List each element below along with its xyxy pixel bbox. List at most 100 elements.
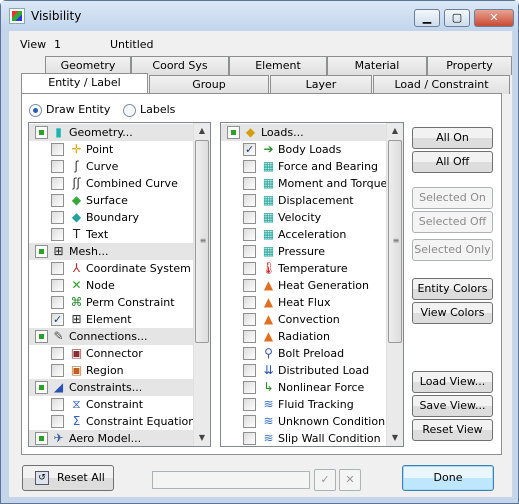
load-view-button[interactable]: Load View...	[412, 371, 493, 393]
selected-off-button[interactable]: Selected Off	[412, 211, 493, 233]
list-item[interactable]: ✛ Point	[29, 141, 193, 158]
list-item[interactable]: ʃʃ Combined Curve	[29, 175, 193, 192]
item-checkbox[interactable]	[51, 364, 64, 377]
view-colors-button[interactable]: View Colors	[412, 302, 493, 324]
list-item[interactable]: ⅄ Coordinate System	[29, 260, 193, 277]
item-checkbox[interactable]	[243, 262, 256, 275]
close-button[interactable]: ✕	[474, 9, 514, 27]
item-checkbox[interactable]	[51, 160, 64, 173]
list-item[interactable]: ▦ Acceleration	[221, 226, 386, 243]
tab-material[interactable]: Material	[327, 56, 427, 75]
item-checkbox[interactable]	[51, 415, 64, 428]
item-checkbox[interactable]	[51, 347, 64, 360]
entity-colors-button[interactable]: Entity Colors	[412, 278, 493, 300]
selected-only-button[interactable]: Selected Only	[412, 239, 493, 261]
list-item[interactable]: ▣ Region	[29, 362, 193, 379]
item-checkbox[interactable]	[243, 245, 256, 258]
list-group-header[interactable]: ◆ Loads...	[221, 124, 386, 141]
list-item[interactable]: T Text	[29, 226, 193, 243]
uncheck-all-icon[interactable]: ✕	[339, 469, 361, 491]
item-checkbox[interactable]	[243, 194, 256, 207]
group-checkbox[interactable]	[35, 381, 48, 394]
list-group-header[interactable]: ◢ Constraints...	[29, 379, 193, 396]
list-item[interactable]: ⧖ Constraint	[29, 396, 193, 413]
all-on-button[interactable]: All On	[412, 127, 493, 149]
scroll-up-icon[interactable]: ▲	[387, 123, 403, 139]
item-checkbox[interactable]	[51, 143, 64, 156]
item-checkbox[interactable]	[243, 415, 256, 428]
item-checkbox[interactable]	[243, 211, 256, 224]
group-checkbox[interactable]	[227, 126, 240, 139]
list-item[interactable]: ⌘ Perm Constraint	[29, 294, 193, 311]
list-item[interactable]: ▦ Force and Bearing	[221, 158, 386, 175]
item-checkbox[interactable]	[51, 194, 64, 207]
list-item[interactable]: ▲ Heat Generation	[221, 277, 386, 294]
list-item[interactable]: 🌡 Temperature	[221, 260, 386, 277]
item-checkbox[interactable]	[243, 432, 256, 445]
entity-list-right[interactable]: ◆Loads...➔Body Loads▦Force and Bearing▦M…	[220, 122, 404, 447]
list-item[interactable]: ⚲ Bolt Preload	[221, 345, 386, 362]
done-button[interactable]: Done	[402, 465, 494, 491]
list-item[interactable]: ▦ Displacement	[221, 192, 386, 209]
list-group-header[interactable]: ▮ Geometry...	[29, 124, 193, 141]
item-checkbox[interactable]	[51, 262, 64, 275]
item-checkbox[interactable]	[243, 228, 256, 241]
item-checkbox[interactable]	[243, 347, 256, 360]
list-item[interactable]: ≋ Slip Wall Condition	[221, 430, 386, 446]
labels-radio[interactable]	[123, 104, 136, 117]
list-item[interactable]: ▦ Moment and Torque	[221, 175, 387, 192]
list-item[interactable]: ʃ Curve	[29, 158, 193, 175]
reset-all-button[interactable]: ↺ Reset All	[22, 465, 114, 491]
list-item[interactable]: ▲ Convection	[221, 311, 386, 328]
list-item[interactable]: ✕ Node	[29, 277, 193, 294]
list-item[interactable]: ➔ Body Loads	[221, 141, 386, 158]
item-checkbox[interactable]	[51, 211, 64, 224]
entity-list-left[interactable]: ▮ Geometry... ✛ Point ʃ Curve ʃʃ Combined Curve…	[28, 122, 211, 447]
item-checkbox[interactable]	[243, 330, 256, 343]
list-item[interactable]: ≋ Unknown Condition	[221, 413, 386, 430]
scroll-down-icon[interactable]: ▼	[387, 430, 403, 446]
item-checkbox[interactable]	[51, 228, 64, 241]
reset-view-button[interactable]: Reset View	[412, 419, 493, 441]
list-group-header[interactable]: ⊞ Mesh...	[29, 243, 193, 260]
list-item[interactable]: ▲ Heat Flux	[221, 294, 386, 311]
list-item[interactable]: ◆ Boundary	[29, 209, 193, 226]
tab-entity-label[interactable]: Entity / Label	[21, 73, 148, 93]
list-item[interactable]: Σ Constraint Equation	[29, 413, 195, 430]
scroll-up-icon[interactable]: ▲	[194, 123, 210, 139]
tab-group[interactable]: Group	[149, 75, 269, 94]
item-checkbox[interactable]	[51, 279, 64, 292]
list-item[interactable]: ▦ Velocity	[221, 209, 386, 226]
item-checkbox[interactable]	[243, 296, 256, 309]
item-checkbox[interactable]	[243, 313, 256, 326]
item-checkbox[interactable]	[51, 311, 64, 328]
tab-load-constraint[interactable]: Load / Constraint	[373, 75, 510, 94]
list-item[interactable]: ⊞ Element	[29, 311, 193, 328]
all-off-button[interactable]: All Off	[412, 151, 493, 173]
selected-on-button[interactable]: Selected On	[412, 187, 493, 209]
tab-layer[interactable]: Layer	[270, 75, 372, 94]
vertical-scrollbar[interactable]: ▲ ≡ ▼	[386, 123, 403, 446]
item-checkbox[interactable]	[243, 177, 256, 190]
scroll-down-icon[interactable]: ▼	[194, 430, 210, 446]
item-checkbox[interactable]	[243, 141, 256, 158]
vertical-scrollbar[interactable]: ▲ ≡ ▼	[193, 123, 210, 446]
list-item[interactable]: ◆ Surface	[29, 192, 193, 209]
list-item[interactable]: ⇊ Distributed Load	[221, 362, 386, 379]
list-group-header[interactable]: ✈ Aero Model...	[29, 430, 193, 446]
group-checkbox[interactable]	[35, 245, 48, 258]
item-checkbox[interactable]	[243, 364, 256, 377]
group-checkbox[interactable]	[35, 126, 48, 139]
tab-property[interactable]: Property	[427, 56, 512, 75]
group-checkbox[interactable]	[35, 432, 48, 445]
title-bar[interactable]: Visibility ▁ ▢ ✕	[1, 1, 518, 31]
item-checkbox[interactable]	[243, 279, 256, 292]
item-checkbox[interactable]	[243, 381, 256, 394]
scroll-thumb[interactable]: ≡	[195, 140, 209, 343]
save-view-button[interactable]: Save View...	[412, 395, 493, 417]
group-checkbox[interactable]	[35, 330, 48, 343]
list-item[interactable]: ▲ Radiation	[221, 328, 386, 345]
item-checkbox[interactable]	[243, 160, 256, 173]
item-checkbox[interactable]	[51, 296, 64, 309]
minimize-button[interactable]: ▁	[414, 9, 440, 27]
